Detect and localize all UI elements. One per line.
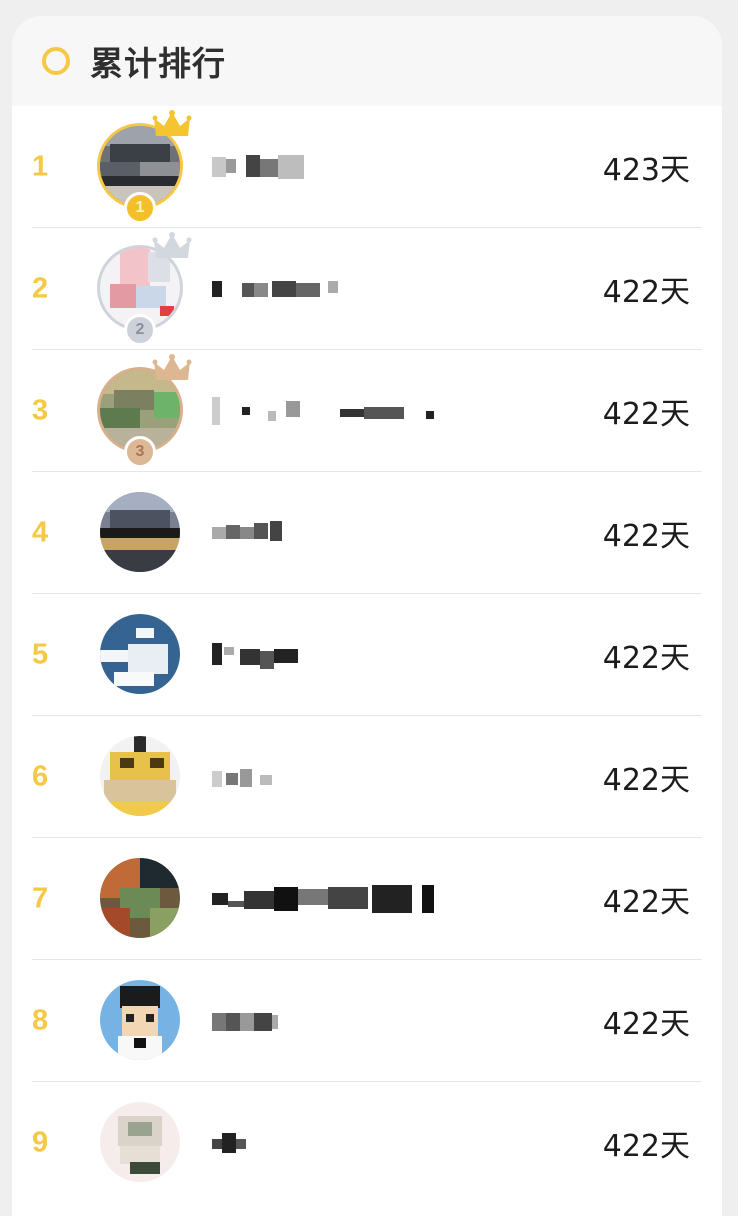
days-count: 422天 (602, 1129, 690, 1164)
list-item[interactable]: 5 422天 (32, 594, 702, 716)
ring-icon (42, 47, 70, 75)
avatar[interactable] (100, 980, 180, 1060)
list-item[interactable]: 3 3 422天 (32, 350, 702, 472)
days-count: 422天 (602, 274, 690, 310)
avatar-image (100, 980, 180, 1060)
days-count: 422天 (602, 884, 690, 920)
avatar-image (100, 614, 180, 694)
rank-number: 2 (32, 272, 49, 304)
silver-crown-icon (152, 232, 192, 258)
days-count: 422天 (602, 640, 690, 676)
card-header: 累计排行 (12, 16, 722, 106)
medal-badge: 3 (124, 436, 156, 468)
avatar-image (100, 736, 180, 816)
avatar-image (100, 492, 180, 572)
ranking-list: 1 1 423天 2 2 422天 3 3 422天 4 422天 5 422天… (12, 106, 722, 1204)
avatar[interactable]: 3 (100, 354, 192, 468)
days-count: 422天 (602, 518, 690, 554)
rank-number: 9 (32, 1126, 49, 1159)
medal-badge: 2 (124, 314, 156, 346)
rank-number: 6 (32, 760, 49, 792)
ranking-card: 累计排行 1 1 423天 2 2 422天 3 3 422天 4 422天 5… (12, 16, 722, 1216)
avatar-image (100, 1102, 180, 1182)
avatar[interactable] (100, 736, 180, 816)
list-item[interactable]: 6 422天 (32, 716, 702, 838)
rank-number: 8 (32, 1004, 49, 1036)
avatar-image (100, 858, 180, 938)
rank-number: 5 (32, 638, 49, 670)
days-count: 423天 (602, 152, 690, 188)
list-item[interactable]: 8 422天 (32, 960, 702, 1082)
page-title: 累计排行 (90, 44, 226, 83)
gold-crown-icon (152, 110, 192, 136)
days-count: 422天 (602, 762, 690, 798)
medal-badge: 1 (124, 192, 156, 224)
rank-number: 7 (32, 882, 49, 914)
rank-number: 1 (32, 150, 49, 182)
days-count: 422天 (602, 396, 690, 432)
avatar[interactable]: 1 (100, 110, 192, 224)
rank-number: 4 (32, 516, 49, 548)
avatar[interactable] (100, 858, 180, 938)
avatar[interactable]: 2 (100, 232, 192, 346)
list-item[interactable]: 2 2 422天 (32, 228, 702, 350)
list-item[interactable]: 1 1 423天 (32, 106, 702, 228)
rank-number: 3 (32, 394, 49, 426)
days-count: 422天 (602, 1006, 690, 1042)
list-item[interactable]: 9 422天 (32, 1082, 702, 1204)
avatar[interactable] (100, 1102, 180, 1182)
avatar[interactable] (100, 614, 180, 694)
avatar[interactable] (100, 492, 180, 572)
list-item[interactable]: 7 422天 (32, 838, 702, 960)
bronze-crown-icon (152, 354, 192, 380)
list-item[interactable]: 4 422天 (32, 472, 702, 594)
